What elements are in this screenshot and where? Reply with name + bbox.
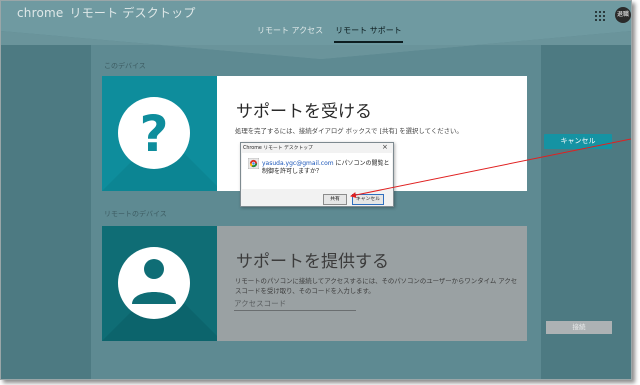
annotation-arrow	[350, 138, 631, 198]
app-window: chrome リモート デスクトップ リモート アクセス リモート サポート 退職…	[0, 0, 632, 380]
